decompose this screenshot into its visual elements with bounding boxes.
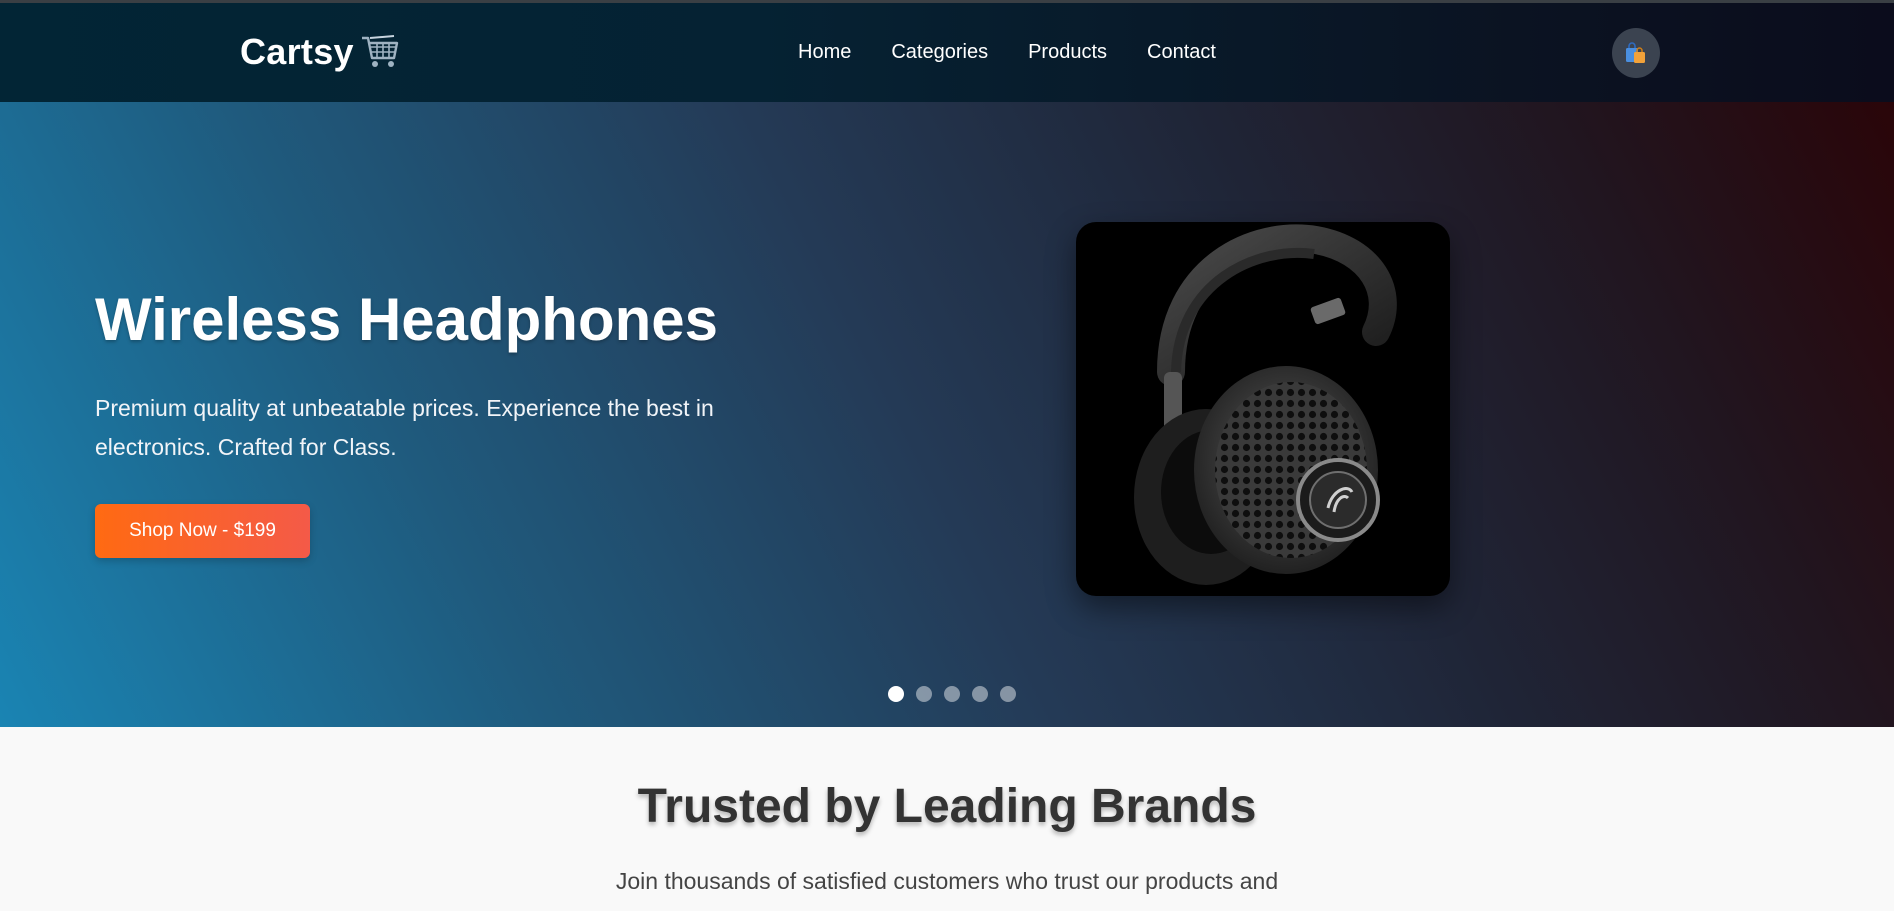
nav-products[interactable]: Products <box>1028 41 1107 64</box>
carousel-dot[interactable] <box>972 686 988 702</box>
hero-carousel: Wireless Headphones Premium quality at u… <box>0 102 1894 727</box>
nav-categories[interactable]: Categories <box>891 41 988 64</box>
carousel-dot[interactable] <box>888 686 904 702</box>
logo[interactable]: Cartsy <box>240 31 400 73</box>
carousel-dot[interactable] <box>944 686 960 702</box>
shopping-bags-icon <box>1626 42 1645 63</box>
hero-title: Wireless Headphones <box>95 286 718 353</box>
headphones-image <box>1134 224 1397 585</box>
product-image-card <box>1076 222 1450 596</box>
carousel-dot[interactable] <box>1000 686 1016 702</box>
nav-contact[interactable]: Contact <box>1147 41 1216 64</box>
brands-description: Join thousands of satisfied customers wh… <box>615 868 1279 894</box>
logo-text: Cartsy <box>240 31 354 72</box>
nav-home[interactable]: Home <box>798 41 851 64</box>
carousel-dot[interactable] <box>916 686 932 702</box>
carousel-dots <box>888 686 1016 702</box>
shopping-cart-icon <box>361 35 399 67</box>
shop-now-button[interactable]: Shop Now - $199 <box>95 504 310 558</box>
navbar: Cartsy Home Categories Products Contact <box>0 3 1894 102</box>
hero-description: Premium quality at unbeatable prices. Ex… <box>95 395 714 460</box>
cart-button[interactable] <box>1612 28 1660 78</box>
main-nav: Home Categories Products Contact <box>798 41 1216 64</box>
brands-heading: Trusted by Leading Brands <box>637 780 1257 833</box>
